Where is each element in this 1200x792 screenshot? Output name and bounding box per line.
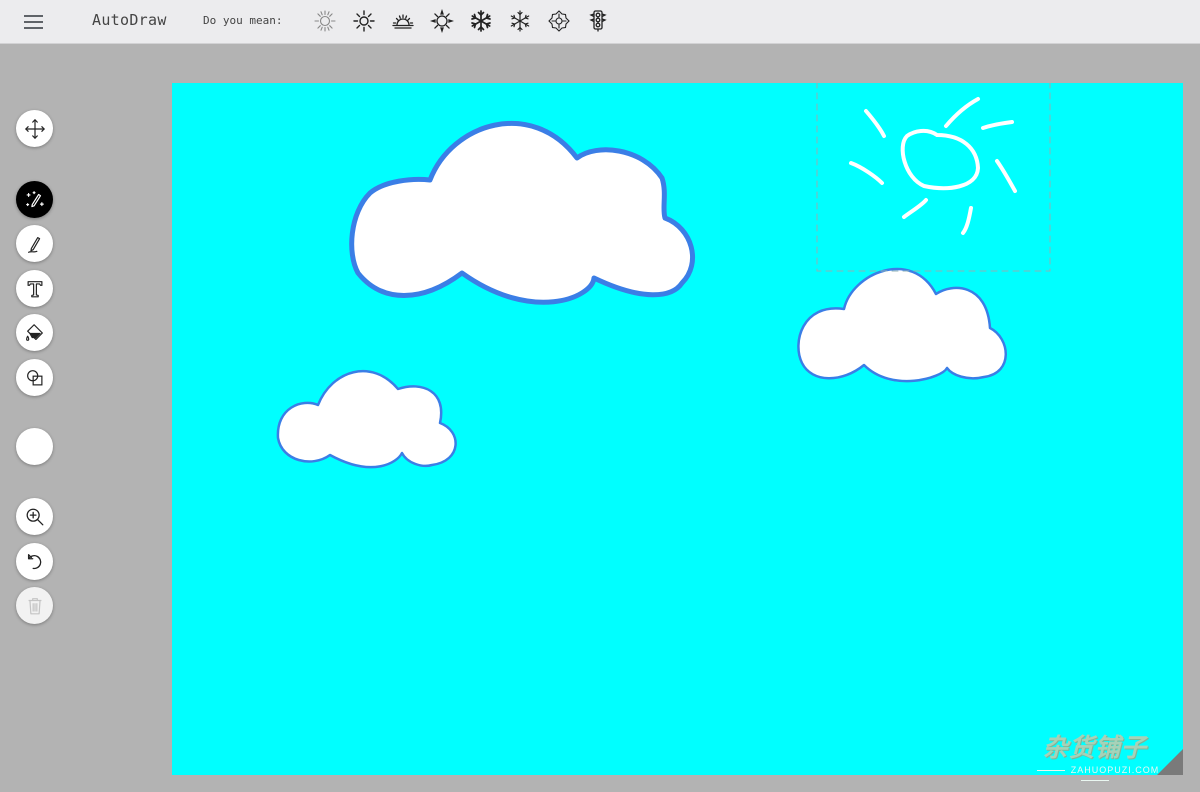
autodraw-icon [25, 190, 44, 207]
snowflake-ornate-icon[interactable] [539, 8, 578, 34]
delete-icon [28, 597, 41, 614]
undo-button[interactable] [16, 543, 53, 580]
shape-button[interactable] [16, 359, 53, 396]
text-icon [27, 280, 42, 297]
drawing-canvas[interactable] [172, 83, 1183, 775]
suggestion-label: Do you mean: [203, 14, 283, 27]
delete-button[interactable] [16, 587, 53, 624]
watermark-subtitle: ZAHUOPUZI.COM [1016, 765, 1174, 785]
top-bar: AutoDraw Do you mean: [0, 0, 1200, 44]
traffic-light-icon[interactable] [578, 8, 617, 34]
sun-icon[interactable] [344, 8, 383, 34]
cloud-large[interactable] [349, 120, 695, 305]
watermark-title: 杂货铺子 [1042, 733, 1147, 762]
fill-button[interactable] [16, 314, 53, 351]
zoom-icon [26, 508, 43, 525]
zoom-button[interactable] [16, 498, 53, 535]
watermark: 杂货铺子 ZAHUOPUZI.COM [1016, 728, 1174, 785]
cloud-small[interactable] [276, 370, 457, 469]
shape-icon [26, 369, 42, 385]
pencil-button[interactable] [16, 225, 53, 262]
hamburger-menu-icon[interactable] [22, 10, 46, 34]
snowflake-icon[interactable] [461, 8, 500, 34]
app-title: AutoDraw [92, 11, 167, 29]
snowflake-thin-icon[interactable] [500, 8, 539, 34]
color-swatch[interactable] [16, 428, 53, 465]
canvas-drawing-layer [276, 83, 1051, 469]
autodraw-button[interactable] [16, 181, 53, 218]
suggestion-list [305, 8, 617, 34]
text-button[interactable] [16, 270, 53, 307]
move-icon [24, 118, 45, 139]
move-button[interactable] [16, 110, 53, 147]
sun-sketch[interactable] [816, 83, 1051, 272]
sun-burst-icon[interactable] [422, 8, 461, 34]
undo-icon [27, 553, 41, 569]
cloud-right[interactable] [797, 267, 1007, 383]
sunset-icon[interactable] [383, 8, 422, 34]
fill-icon [25, 323, 43, 341]
sun-sketch-icon[interactable] [305, 8, 344, 34]
pencil-icon [27, 236, 40, 253]
